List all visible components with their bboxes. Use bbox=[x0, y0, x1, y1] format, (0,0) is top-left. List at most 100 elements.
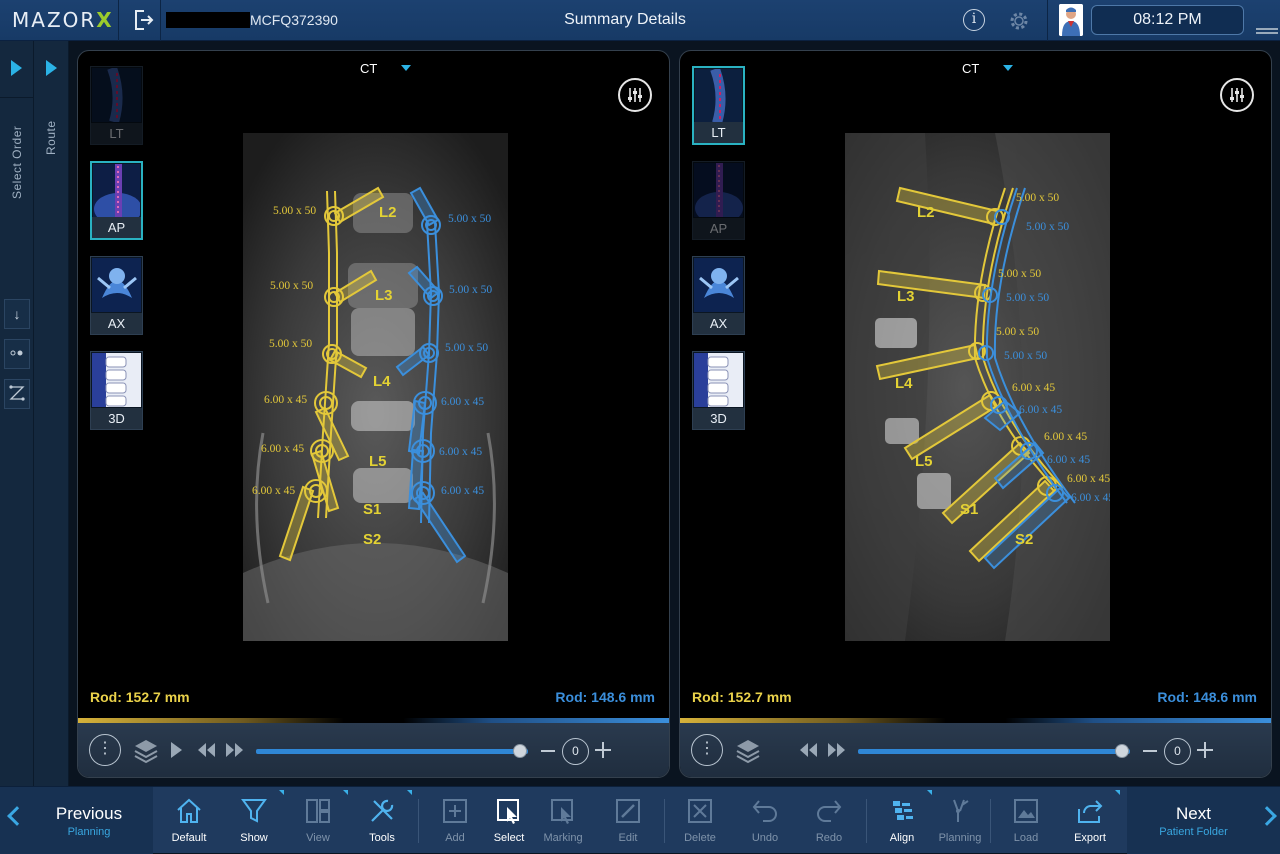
delete-icon bbox=[688, 799, 712, 823]
tool-edit[interactable]: Edit bbox=[596, 787, 660, 854]
gear-icon[interactable] bbox=[1007, 9, 1031, 33]
axial-thumbnail-image bbox=[694, 258, 743, 312]
previous-label: Previous bbox=[55, 804, 123, 823]
zoom-out-button[interactable] bbox=[1143, 750, 1157, 752]
undo-icon bbox=[752, 800, 777, 822]
level-label: S1 bbox=[363, 501, 381, 518]
tool-undo[interactable]: Undo bbox=[733, 787, 797, 854]
modality-select[interactable]: CT bbox=[962, 61, 979, 76]
info-icon[interactable]: i bbox=[963, 9, 985, 31]
tool-show[interactable]: Show bbox=[222, 787, 286, 854]
rewind-icon[interactable] bbox=[196, 743, 216, 757]
route-rail: Route bbox=[34, 41, 69, 786]
view-thumb-lt[interactable]: LT bbox=[692, 66, 745, 145]
select-order-rail: Select Order ↓ bbox=[0, 41, 34, 786]
submenu-indicator bbox=[407, 790, 412, 795]
modality-select[interactable]: CT bbox=[360, 61, 377, 76]
layers-icon[interactable] bbox=[133, 736, 159, 764]
caret-down-icon[interactable] bbox=[1003, 65, 1013, 71]
zoom-in-button[interactable] bbox=[595, 742, 611, 758]
export-icon bbox=[1078, 800, 1103, 823]
slice-slider-knob[interactable] bbox=[1114, 744, 1129, 758]
tool-align[interactable]: Align bbox=[870, 787, 934, 854]
view-thumb-ap[interactable]: AP bbox=[90, 161, 143, 240]
screw-size-label: 6.00 x 45 bbox=[261, 443, 304, 455]
submenu-indicator bbox=[343, 790, 348, 795]
screw-size-label: 6.00 x 45 bbox=[439, 446, 482, 458]
level-label: S2 bbox=[1015, 531, 1033, 548]
slice-slider-knob[interactable] bbox=[512, 744, 527, 758]
layers-icon[interactable] bbox=[735, 736, 761, 764]
divider bbox=[0, 97, 34, 98]
tool-load[interactable]: Load bbox=[994, 787, 1058, 854]
route-label[interactable]: Route bbox=[44, 120, 58, 155]
view-thumb-ax[interactable]: AX bbox=[692, 256, 745, 335]
select-icon bbox=[497, 799, 519, 824]
tool-export[interactable]: Export bbox=[1058, 787, 1122, 854]
ap-thumbnail-image bbox=[694, 163, 743, 217]
divider bbox=[418, 799, 419, 843]
zoom-in-button[interactable] bbox=[1197, 742, 1213, 758]
next-button[interactable]: Next Patient Folder bbox=[1127, 787, 1280, 854]
view-thumb-ax[interactable]: AX bbox=[90, 256, 143, 335]
divider bbox=[1047, 0, 1048, 41]
screw-size-label: 6.00 x 45 bbox=[1071, 492, 1110, 504]
tool-view[interactable]: View bbox=[286, 787, 350, 854]
tool-default[interactable]: Default bbox=[157, 787, 221, 854]
tool-redo[interactable]: Redo bbox=[797, 787, 861, 854]
screw-size-label: 5.00 x 50 bbox=[269, 338, 312, 350]
path-button[interactable] bbox=[4, 379, 30, 409]
move-down-button[interactable]: ↓ bbox=[4, 299, 30, 329]
fast-forward-icon[interactable] bbox=[225, 743, 245, 757]
rewind-icon[interactable] bbox=[798, 743, 818, 757]
view-thumb-3d[interactable]: 3D bbox=[692, 351, 745, 430]
tool-planning[interactable]: Planning bbox=[928, 787, 992, 854]
view-label: LT bbox=[91, 123, 142, 144]
toggle-points-button[interactable] bbox=[4, 339, 30, 369]
right-rod-length: Rod: 148.6 mm bbox=[555, 689, 655, 705]
avatar[interactable] bbox=[1059, 4, 1083, 36]
screw-size-label: 6.00 x 45 bbox=[252, 485, 295, 497]
expand-arrow-icon[interactable] bbox=[11, 60, 22, 76]
image-settings-button[interactable] bbox=[1220, 78, 1254, 112]
play-icon[interactable] bbox=[171, 742, 182, 758]
fast-forward-icon[interactable] bbox=[827, 743, 847, 757]
screw-size-label: 5.00 x 50 bbox=[998, 268, 1041, 280]
next-label: Next bbox=[1176, 804, 1211, 823]
bottom-toolbar: Previous Planning Default Show View Tool… bbox=[0, 786, 1280, 854]
points-icon bbox=[10, 350, 23, 356]
previous-button[interactable]: Previous Planning bbox=[0, 787, 153, 854]
zoom-out-button[interactable] bbox=[541, 750, 555, 752]
viewer-panel-ap[interactable]: CT LT AP AX 3D L2 L3 L4 L5 S1 S2 5.00 x … bbox=[77, 50, 670, 778]
select-order-label[interactable]: Select Order bbox=[10, 126, 24, 199]
tool-marking[interactable]: Marking bbox=[531, 787, 595, 854]
level-label: L2 bbox=[917, 204, 935, 221]
load-icon bbox=[1014, 799, 1038, 823]
slice-slider[interactable] bbox=[256, 749, 528, 754]
slice-slider[interactable] bbox=[858, 749, 1130, 754]
ap-ct-image[interactable]: L2 L3 L4 L5 S1 S2 5.00 x 50 5.00 x 50 5.… bbox=[243, 133, 508, 641]
menu-icon[interactable] bbox=[1256, 28, 1278, 34]
left-rod-length: Rod: 152.7 mm bbox=[90, 689, 190, 705]
lateral-ct-image[interactable]: L2 L3 L4 L5 S1 S2 5.00 x 50 5.00 x 50 5.… bbox=[845, 133, 1110, 641]
image-settings-button[interactable] bbox=[618, 78, 652, 112]
lateral-thumbnail-image bbox=[695, 69, 742, 123]
view-label: AX bbox=[693, 313, 744, 334]
caret-down-icon[interactable] bbox=[401, 65, 411, 71]
more-options-button[interactable]: ⋮ bbox=[89, 734, 121, 766]
view-thumb-ap[interactable]: AP bbox=[692, 161, 745, 240]
tool-delete[interactable]: Delete bbox=[668, 787, 732, 854]
level-label: L3 bbox=[375, 287, 393, 304]
view-label: LT bbox=[694, 122, 743, 143]
view-thumb-3d[interactable]: 3D bbox=[90, 351, 143, 430]
screw-size-label: 5.00 x 50 bbox=[445, 342, 488, 354]
viewer-panel-lt[interactable]: CT LT AP AX 3D L2 L3 L4 L5 S1 S2 5.00 x … bbox=[679, 50, 1272, 778]
tool-tools[interactable]: Tools bbox=[350, 787, 414, 854]
view-thumb-lt[interactable]: LT bbox=[90, 66, 143, 145]
expand-arrow-icon[interactable] bbox=[46, 60, 57, 76]
home-icon bbox=[177, 798, 201, 823]
previous-sublabel: Planning bbox=[67, 826, 111, 838]
more-options-button[interactable]: ⋮ bbox=[691, 734, 723, 766]
screw-size-label: 5.00 x 50 bbox=[273, 205, 316, 217]
level-label: L2 bbox=[379, 204, 397, 221]
